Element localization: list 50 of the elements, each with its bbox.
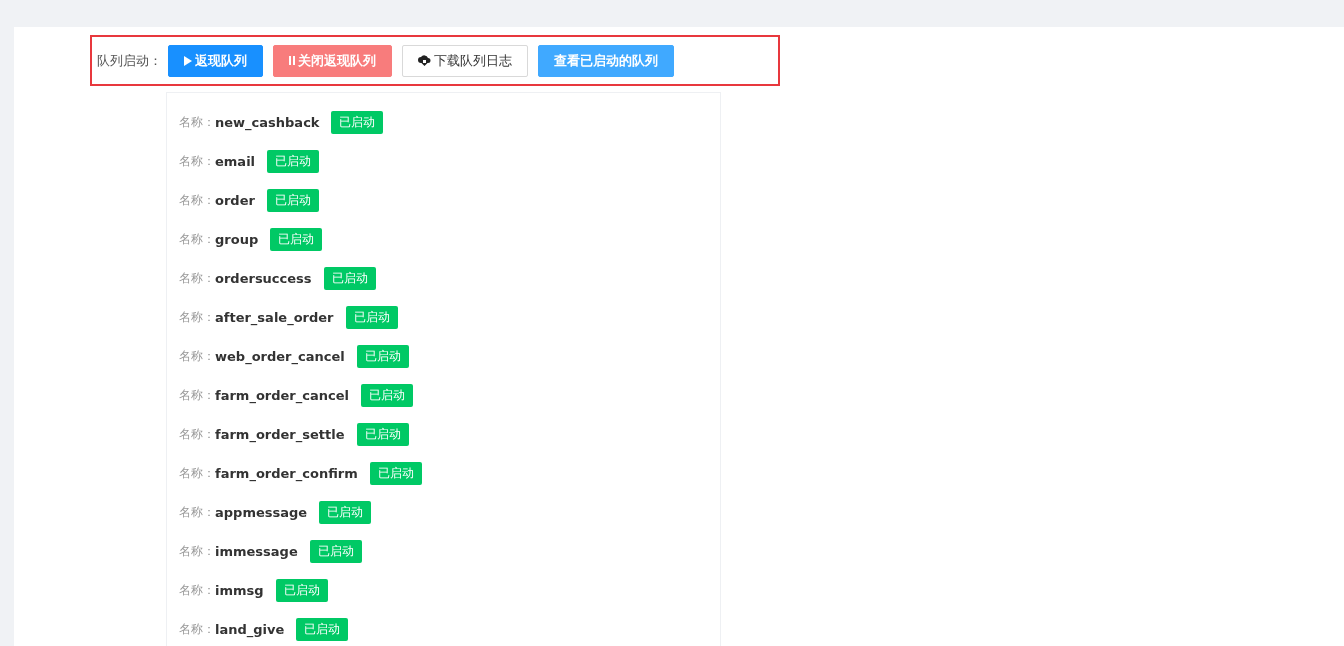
status-tag: 已启动 bbox=[309, 540, 362, 563]
status-tag: 已启动 bbox=[266, 189, 319, 212]
queue-name: group bbox=[215, 232, 259, 247]
status-tag: 已启动 bbox=[267, 150, 320, 173]
queue-name: new_cashback bbox=[215, 115, 320, 130]
status-tag: 已启动 bbox=[369, 462, 422, 485]
field-label: 名称： bbox=[179, 387, 215, 404]
toolbar-button[interactable]: 关闭返现队列 bbox=[273, 44, 392, 77]
queue-name: farm_order_settle bbox=[215, 427, 345, 442]
cloud-download-icon bbox=[418, 55, 431, 66]
field-label: 名称： bbox=[179, 465, 215, 482]
queue-name: land_give bbox=[215, 622, 285, 637]
field-label: 名称： bbox=[179, 231, 215, 248]
toolbar-button[interactable]: 返现队列 bbox=[168, 44, 263, 77]
queue-name: farm_order_cancel bbox=[215, 388, 349, 403]
queue-name: immessage bbox=[215, 544, 298, 559]
field-label: 名称： bbox=[179, 153, 215, 170]
field-label: 名称： bbox=[179, 348, 215, 365]
play-icon bbox=[184, 55, 192, 66]
field-label: 名称： bbox=[179, 192, 215, 209]
queue-name: web_order_cancel bbox=[215, 349, 345, 364]
status-tag: 已启动 bbox=[270, 228, 323, 251]
field-label: 名称： bbox=[179, 114, 215, 131]
field-label: 名称： bbox=[179, 309, 215, 326]
field-label: 名称： bbox=[179, 621, 215, 638]
field-label: 名称： bbox=[179, 543, 215, 560]
toolbar-button[interactable]: 查看已启动的队列 bbox=[538, 44, 674, 77]
queue-name: order bbox=[215, 193, 255, 208]
pause-icon bbox=[289, 56, 295, 65]
status-tag: 已启动 bbox=[361, 384, 413, 407]
toolbar-button[interactable]: 下载队列日志 bbox=[402, 44, 528, 77]
queue-name: farm_order_confirm bbox=[215, 466, 358, 481]
status-tag: 已启动 bbox=[345, 306, 398, 329]
toolbar-label: 队列启动： bbox=[97, 51, 162, 70]
field-label: 名称： bbox=[179, 270, 215, 287]
field-label: 名称： bbox=[179, 582, 215, 599]
status-tag: 已启动 bbox=[323, 267, 376, 290]
queue-name: after_sale_order bbox=[215, 310, 334, 325]
status-tag: 已启动 bbox=[319, 501, 372, 524]
status-tag: 已启动 bbox=[296, 618, 349, 641]
status-tag: 已启动 bbox=[356, 423, 409, 446]
status-tag: 已启动 bbox=[331, 111, 384, 134]
queue-name: immsg bbox=[215, 583, 264, 598]
queue-name: appmessage bbox=[215, 505, 308, 520]
status-tag: 已启动 bbox=[275, 579, 328, 602]
field-label: 名称： bbox=[179, 426, 215, 443]
queue-name: ordersuccess bbox=[215, 271, 312, 286]
status-tag: 已启动 bbox=[356, 345, 409, 368]
field-label: 名称： bbox=[179, 504, 215, 521]
queue-name: email bbox=[215, 154, 256, 169]
